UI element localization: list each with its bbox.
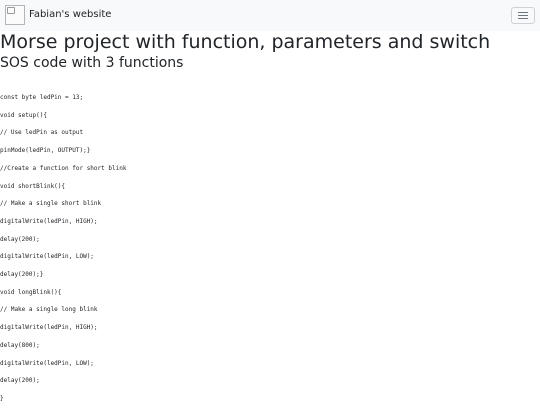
code-line: //Create a function for short blink bbox=[0, 164, 127, 172]
code-line: // Make a single short blink bbox=[0, 200, 102, 208]
page-title: Morse project with function, parameters … bbox=[0, 31, 491, 53]
hamburger-menu-icon bbox=[518, 12, 528, 13]
code-line: digitalWrite(ledPin, HIGH); bbox=[0, 217, 98, 225]
hamburger-menu-icon bbox=[518, 18, 528, 19]
code-line: delay(800); bbox=[0, 341, 40, 349]
code-line: void shortBlink(){ bbox=[0, 182, 66, 190]
code-line: // Use ledPin as output bbox=[0, 129, 84, 137]
code-line: void setup(){ bbox=[0, 111, 47, 119]
code-line: const byte ledPin = 13; bbox=[0, 94, 84, 101]
code-line: delay(200);} bbox=[0, 271, 44, 279]
hamburger-menu-icon bbox=[518, 15, 528, 16]
broken-image-icon[interactable] bbox=[5, 5, 25, 25]
code-block: const byte ledPin = 13; void setup(){ // U… bbox=[0, 89, 126, 408]
code-line: digitalWrite(ledPin, LOW); bbox=[0, 359, 94, 367]
navbar-toggler-button[interactable] bbox=[511, 7, 535, 24]
code-line: delay(200); bbox=[0, 235, 40, 243]
code-line: digitalWrite(ledPin, HIGH); bbox=[0, 324, 98, 332]
page-subtitle: SOS code with 3 functions bbox=[0, 55, 184, 71]
code-line: delay(200); bbox=[0, 377, 40, 385]
code-line: void longBlink(){ bbox=[0, 288, 62, 296]
code-line: digitalWrite(ledPin, LOW); bbox=[0, 253, 94, 261]
code-line: pinMode(ledPin, OUTPUT);} bbox=[0, 147, 91, 155]
brand-link[interactable]: Fabian's website bbox=[29, 9, 111, 21]
code-line: // Make a single long blink bbox=[0, 306, 98, 314]
code-line: } bbox=[0, 394, 4, 402]
navbar: Fabian's website bbox=[0, 0, 540, 31]
